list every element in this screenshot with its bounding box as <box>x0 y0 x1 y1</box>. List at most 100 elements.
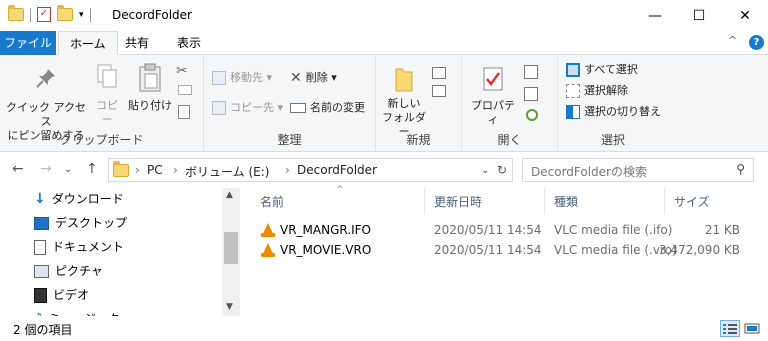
large-icons-view-button[interactable] <box>742 320 762 337</box>
invert-selection-button[interactable]: 選択の切り替え <box>566 105 661 119</box>
select-none-button[interactable]: 選択解除 <box>566 84 628 98</box>
file-row[interactable]: VR_MOVIE.VRO 2020/05/11 14:54 VLC media … <box>254 240 760 261</box>
tab-view[interactable]: 表示 <box>166 31 212 55</box>
history-icon[interactable] <box>526 109 538 121</box>
select-all-button[interactable]: すべて選択 <box>566 63 638 77</box>
help-icon[interactable]: ? <box>749 35 764 50</box>
crumb-decordfolder[interactable]: DecordFolder <box>297 163 377 177</box>
crumb-pc[interactable]: PC <box>147 163 163 177</box>
paste-clipboard-icon <box>139 63 161 92</box>
address-path-box[interactable]: › PC › ボリューム (E:) › DecordFolder ⌄ ↻ <box>108 158 513 182</box>
file-size: 3,472,090 KB <box>659 243 740 257</box>
sort-ascending-icon: ^ <box>336 185 344 195</box>
open-group: プロパティ 開く <box>462 55 558 152</box>
back-arrow-icon[interactable]: ← <box>12 161 24 177</box>
desktop-icon <box>34 216 49 230</box>
video-icon <box>34 287 47 303</box>
crumb-separator: › <box>135 163 140 177</box>
nav-item-downloads[interactable]: ↓ ダウンロード <box>34 188 124 210</box>
easy-access-icon[interactable] <box>432 85 446 97</box>
crumb-separator: › <box>173 163 178 177</box>
cut-icon[interactable]: ✂ <box>176 63 188 79</box>
open-icon[interactable] <box>524 65 538 79</box>
new-group-label: 新規 <box>406 133 431 147</box>
edit-icon[interactable] <box>524 87 538 101</box>
minimize-button[interactable]: — <box>632 0 678 31</box>
move-to-label: 移動先 ▾ <box>230 71 273 84</box>
column-divider[interactable] <box>544 188 545 214</box>
status-bar: 2 個の項目 <box>0 316 768 341</box>
customize-toolbar-icon[interactable]: ▾ <box>79 10 84 20</box>
paste-shortcut-icon[interactable] <box>178 105 190 119</box>
close-button[interactable]: ✕ <box>722 0 768 31</box>
select-group: すべて選択 選択解除 選択の切り替え 選択 <box>558 55 668 152</box>
details-view-button[interactable] <box>720 320 740 337</box>
new-group: 新しい フォルダー 新規 <box>376 55 462 152</box>
paste-button[interactable]: 貼り付け <box>128 63 172 113</box>
select-all-icon <box>566 63 580 77</box>
new-item-icon[interactable] <box>432 67 446 79</box>
file-name: VR_MOVIE.VRO <box>280 243 372 257</box>
new-folder-icon[interactable] <box>57 5 73 21</box>
folder-icon <box>8 5 24 21</box>
copy-label: コピー <box>96 99 118 126</box>
properties-check-icon[interactable]: ✓ <box>37 7 51 22</box>
delete-button[interactable]: ✕ 削除 ▾ <box>290 71 337 85</box>
move-to-button[interactable]: 移動先 ▾ <box>212 71 272 85</box>
address-dropdown-icon[interactable]: ⌄ <box>481 165 489 176</box>
file-row[interactable]: VR_MANGR.IFO 2020/05/11 14:54 VLC media … <box>254 220 760 241</box>
select-none-icon <box>566 84 580 98</box>
recent-locations-icon[interactable]: ⌄ <box>64 164 72 175</box>
nav-item-pictures[interactable]: ピクチャ <box>34 260 103 282</box>
document-icon <box>34 239 46 255</box>
nav-label: ビデオ <box>53 288 90 302</box>
properties-button[interactable]: プロパティ <box>468 65 518 127</box>
search-icon[interactable]: ⚲ <box>736 162 745 176</box>
tab-share[interactable]: 共有 <box>114 31 160 55</box>
search-input[interactable]: DecordFolderの検索 ⚲ <box>522 158 754 182</box>
scroll-up-icon[interactable]: ▲ <box>226 190 233 200</box>
up-arrow-icon[interactable]: ↑ <box>86 161 98 177</box>
item-count: 2 個の項目 <box>13 323 73 337</box>
rename-icon <box>290 103 306 113</box>
rename-button[interactable]: 名前の変更 <box>290 101 365 115</box>
nav-item-music[interactable]: ♪ ミュージック <box>34 308 120 316</box>
copy-to-label: コピー先 ▾ <box>230 101 284 114</box>
search-placeholder: DecordFolderの検索 <box>531 165 647 179</box>
nav-item-videos[interactable]: ビデオ <box>34 284 89 306</box>
copy-path-icon[interactable] <box>178 85 192 95</box>
tab-home[interactable]: ホーム <box>58 31 118 56</box>
nav-label: ダウンロード <box>51 192 124 206</box>
file-date: 2020/05/11 14:54 <box>434 223 542 237</box>
delete-x-icon: ✕ <box>290 70 302 86</box>
scroll-down-icon[interactable]: ▼ <box>226 302 233 312</box>
collapse-ribbon-icon[interactable]: ^ <box>728 34 737 47</box>
music-icon: ♪ <box>34 308 42 316</box>
nav-item-documents[interactable]: ドキュメント <box>34 236 124 258</box>
file-name: VR_MANGR.IFO <box>280 223 371 237</box>
forward-arrow-icon[interactable]: → <box>40 161 52 177</box>
scroll-thumb[interactable] <box>224 232 238 264</box>
nav-scrollbar[interactable]: ▲ ▼ <box>222 188 240 316</box>
column-header-type[interactable]: 種類 <box>554 193 578 210</box>
copy-button[interactable]: コピー <box>92 63 122 127</box>
refresh-icon[interactable]: ↻ <box>497 163 507 177</box>
copy-icon <box>97 64 117 88</box>
column-header-size[interactable]: サイズ <box>674 193 710 210</box>
tab-file[interactable]: ファイル <box>0 31 56 55</box>
nav-item-desktop[interactable]: デスクトップ <box>34 212 127 234</box>
move-to-icon <box>212 71 226 85</box>
new-folder-button[interactable]: 新しい フォルダー <box>382 65 426 139</box>
column-divider[interactable] <box>664 188 665 214</box>
invert-selection-icon <box>566 105 580 119</box>
toolbar-separator <box>30 7 31 22</box>
rename-label: 名前の変更 <box>310 101 365 114</box>
download-arrow-icon: ↓ <box>34 191 46 207</box>
column-header-name[interactable]: 名前 <box>260 193 284 210</box>
copy-to-button[interactable]: コピー先 ▾ <box>212 101 283 115</box>
ribbon: クイック アクセス にピン留めする コピー 貼り付け ✂ クリップボード 移動先… <box>0 55 768 152</box>
column-divider[interactable] <box>424 188 425 214</box>
crumb-volume[interactable]: ボリューム (E:) <box>185 163 269 180</box>
column-header-date[interactable]: 更新日時 <box>434 193 482 210</box>
maximize-button[interactable]: ☐ <box>676 0 722 31</box>
